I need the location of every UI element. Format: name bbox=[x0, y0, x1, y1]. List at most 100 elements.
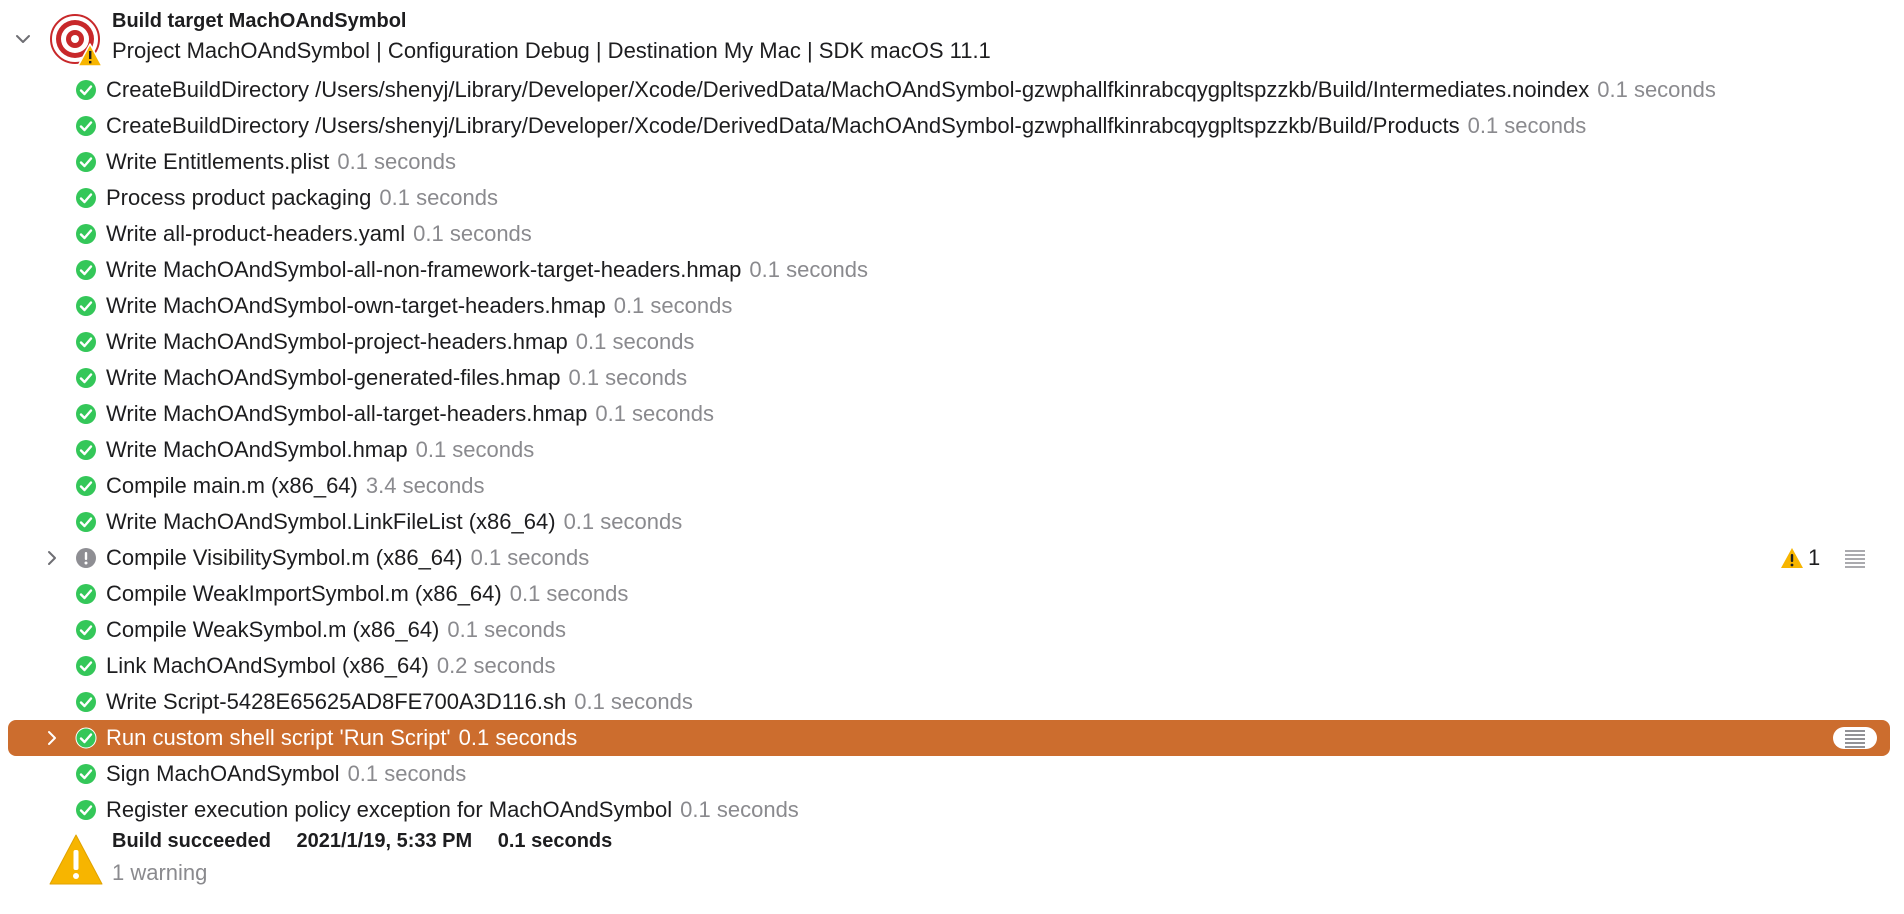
build-step-label: Compile WeakImportSymbol.m (x86_64) 0.1 s… bbox=[106, 582, 628, 606]
build-target-title: Build target MachOAndSymbol bbox=[112, 10, 407, 32]
log-list-icon[interactable] bbox=[1843, 548, 1867, 568]
target-icon bbox=[50, 14, 103, 67]
checkmark-circle-icon bbox=[76, 404, 96, 424]
build-step-label: Compile main.m (x86_64) 3.4 seconds bbox=[106, 474, 485, 498]
build-step-row[interactable]: Compile WeakSymbol.m (x86_64) 0.1 seconds bbox=[0, 612, 1904, 648]
checkmark-circle-icon bbox=[76, 656, 96, 676]
build-step-name: Register execution policy exception for … bbox=[106, 797, 673, 822]
build-step-row[interactable]: Link MachOAndSymbol (x86_64) 0.2 seconds bbox=[0, 648, 1904, 684]
build-step-duration: 0.1 seconds bbox=[1597, 77, 1716, 102]
build-timestamp: 2021/1/19, 5:33 PM bbox=[296, 830, 473, 852]
log-list-icon[interactable] bbox=[1843, 728, 1867, 748]
build-step-row[interactable]: Write MachOAndSymbol-all-non-framework-t… bbox=[0, 252, 1904, 288]
checkmark-circle-icon bbox=[76, 512, 96, 532]
warning-triangle-icon bbox=[1781, 548, 1803, 568]
build-step-name: CreateBuildDirectory /Users/shenyj/Libra… bbox=[106, 77, 1590, 102]
build-step-row[interactable]: Process product packaging 0.1 seconds bbox=[0, 180, 1904, 216]
build-step-label: CreateBuildDirectory /Users/shenyj/Libra… bbox=[106, 114, 1586, 138]
build-step-row[interactable]: Write Script-5428E65625AD8FE700A3D116.sh… bbox=[0, 684, 1904, 720]
build-log-view: Build target MachOAndSymbol Project Mach… bbox=[0, 0, 1904, 914]
checkmark-circle-icon bbox=[76, 800, 96, 820]
build-step-row[interactable]: Sign MachOAndSymbol 0.1 seconds bbox=[0, 756, 1904, 792]
build-step-duration: 0.1 seconds bbox=[574, 689, 693, 714]
build-step-label: Compile WeakSymbol.m (x86_64) 0.1 seconds bbox=[106, 618, 566, 642]
build-step-row[interactable]: CreateBuildDirectory /Users/shenyj/Libra… bbox=[0, 72, 1904, 108]
checkmark-circle-icon bbox=[76, 80, 96, 100]
chevron-down-icon[interactable] bbox=[12, 28, 34, 50]
build-step-row[interactable]: Write MachOAndSymbol-all-target-headers.… bbox=[0, 396, 1904, 432]
checkmark-circle-icon bbox=[76, 764, 96, 784]
checkmark-circle-icon bbox=[76, 188, 96, 208]
build-step-name: Link MachOAndSymbol (x86_64) bbox=[106, 653, 429, 678]
checkmark-circle-icon bbox=[76, 476, 96, 496]
build-step-row[interactable]: Write all-product-headers.yaml 0.1 second… bbox=[0, 216, 1904, 252]
build-step-label: CreateBuildDirectory /Users/shenyj/Libra… bbox=[106, 78, 1716, 102]
build-step-duration: 0.1 seconds bbox=[447, 617, 567, 642]
build-step-name: Compile VisibilitySymbol.m (x86_64) bbox=[106, 545, 463, 570]
build-step-name: Write MachOAndSymbol.hmap bbox=[106, 437, 408, 462]
build-step-duration: 0.1 seconds bbox=[470, 545, 590, 570]
build-step-row[interactable]: Write Entitlements.plist 0.1 seconds bbox=[0, 144, 1904, 180]
checkmark-circle-icon bbox=[76, 620, 96, 640]
build-step-row[interactable]: Write MachOAndSymbol-generated-files.hma… bbox=[0, 360, 1904, 396]
build-step-label: Register execution policy exception for … bbox=[106, 798, 799, 822]
build-step-row[interactable]: Run custom shell script 'Run Script' 0.1 … bbox=[0, 720, 1904, 756]
build-step-name: Write MachOAndSymbol-all-non-framework-t… bbox=[106, 257, 742, 282]
build-step-name: Process product packaging bbox=[106, 185, 372, 210]
checkmark-circle-icon bbox=[76, 440, 96, 460]
build-step-duration: 3.4 seconds bbox=[365, 473, 485, 498]
build-step-duration: 0.1 seconds bbox=[613, 293, 733, 318]
build-step-duration: 0.1 seconds bbox=[337, 149, 456, 174]
build-step-label: Write MachOAndSymbol-all-target-headers.… bbox=[106, 402, 714, 426]
build-step-label: Process product packaging 0.1 seconds bbox=[106, 186, 498, 210]
build-step-name: Write all-product-headers.yaml bbox=[106, 221, 406, 246]
build-step-label: Write all-product-headers.yaml 0.1 second… bbox=[106, 222, 532, 246]
checkmark-circle-icon bbox=[75, 727, 97, 749]
build-step-name: Sign MachOAndSymbol bbox=[106, 761, 340, 786]
build-step-row[interactable]: Write MachOAndSymbol-own-target-headers.… bbox=[0, 288, 1904, 324]
build-step-name: Write MachOAndSymbol-generated-files.hma… bbox=[106, 365, 561, 390]
build-status: Build succeeded bbox=[112, 830, 271, 852]
warning-badge[interactable]: 1 bbox=[1780, 545, 1820, 570]
build-step-name: CreateBuildDirectory /Users/shenyj/Libra… bbox=[106, 113, 1460, 138]
build-step-name: Write Entitlements.plist bbox=[106, 149, 330, 174]
build-step-row[interactable]: Register execution policy exception for … bbox=[0, 792, 1904, 828]
exclamation-circle-icon bbox=[76, 548, 96, 568]
build-step-label: Write Script-5428E65625AD8FE700A3D116.sh… bbox=[106, 690, 693, 714]
checkmark-circle-icon bbox=[76, 296, 96, 316]
build-step-row[interactable]: Compile VisibilitySymbol.m (x86_64) 0.1 s… bbox=[0, 540, 1904, 576]
checkmark-circle-icon bbox=[76, 584, 96, 604]
build-step-duration: 0.1 seconds bbox=[379, 185, 499, 210]
build-step-name: Write MachOAndSymbol-all-target-headers.… bbox=[106, 401, 588, 426]
build-step-row[interactable]: Write MachOAndSymbol.LinkFileList (x86_6… bbox=[0, 504, 1904, 540]
build-step-name: Run custom shell script 'Run Script' bbox=[106, 725, 451, 750]
build-step-duration: 0.1 seconds bbox=[1467, 113, 1587, 138]
chevron-right-icon[interactable] bbox=[42, 548, 62, 568]
build-target-details: Project MachOAndSymbol | Configuration D… bbox=[112, 38, 991, 63]
checkmark-circle-icon bbox=[76, 332, 96, 352]
build-step-name: Compile WeakSymbol.m (x86_64) bbox=[106, 617, 440, 642]
build-step-name: Write MachOAndSymbol-own-target-headers.… bbox=[106, 293, 606, 318]
build-target-header[interactable]: Build target MachOAndSymbol Project Mach… bbox=[0, 6, 1904, 67]
build-step-row[interactable]: Compile WeakImportSymbol.m (x86_64) 0.1 s… bbox=[0, 576, 1904, 612]
build-step-row[interactable]: Write MachOAndSymbol-project-headers.hma… bbox=[0, 324, 1904, 360]
build-step-label: Run custom shell script 'Run Script' 0.1 … bbox=[106, 726, 577, 750]
build-step-duration: 0.1 seconds bbox=[568, 365, 688, 390]
build-step-name: Write Script-5428E65625AD8FE700A3D116.sh bbox=[106, 689, 567, 714]
build-step-duration: 0.1 seconds bbox=[749, 257, 869, 282]
build-step-label: Sign MachOAndSymbol 0.1 seconds bbox=[106, 762, 466, 786]
chevron-right-icon[interactable] bbox=[42, 728, 62, 748]
build-step-label: Write MachOAndSymbol-own-target-headers.… bbox=[106, 294, 732, 318]
build-step-duration: 0.1 seconds bbox=[595, 401, 714, 426]
build-step-duration: 0.1 seconds bbox=[680, 797, 799, 822]
build-warning-count[interactable]: 1 warning bbox=[112, 860, 207, 886]
build-step-duration: 0.1 seconds bbox=[347, 761, 467, 786]
build-step-name: Write MachOAndSymbol-project-headers.hma… bbox=[106, 329, 568, 354]
build-step-duration: 0.1 seconds bbox=[563, 509, 683, 534]
build-step-row[interactable]: Compile main.m (x86_64) 3.4 seconds bbox=[0, 468, 1904, 504]
checkmark-circle-icon bbox=[76, 368, 96, 388]
checkmark-circle-icon bbox=[76, 116, 96, 136]
build-step-duration: 0.1 seconds bbox=[413, 221, 532, 246]
build-step-row[interactable]: Write MachOAndSymbol.hmap 0.1 seconds bbox=[0, 432, 1904, 468]
build-step-row[interactable]: CreateBuildDirectory /Users/shenyj/Libra… bbox=[0, 108, 1904, 144]
